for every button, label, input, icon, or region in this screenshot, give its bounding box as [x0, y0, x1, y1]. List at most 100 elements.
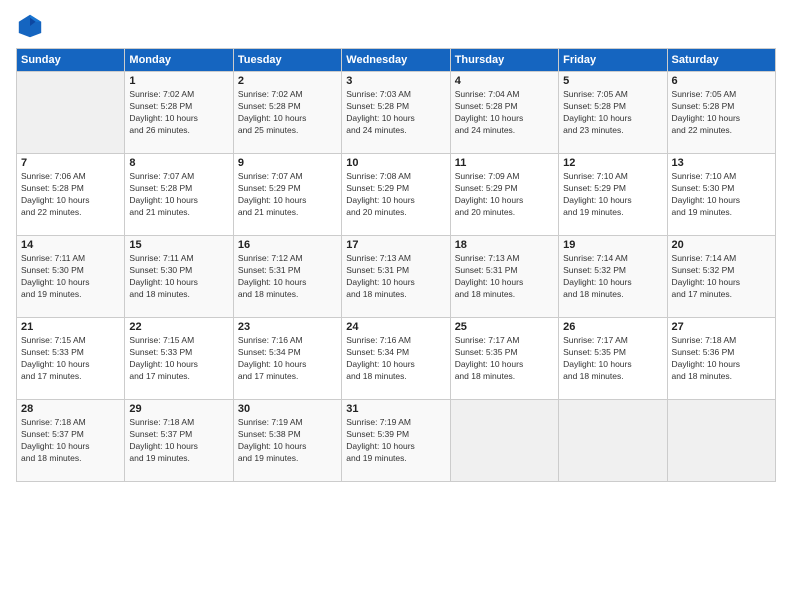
day-info: Sunrise: 7:19 AM Sunset: 5:39 PM Dayligh… [346, 417, 445, 465]
day-info: Sunrise: 7:04 AM Sunset: 5:28 PM Dayligh… [455, 89, 554, 137]
calendar-cell: 28 Sunrise: 7:18 AM Sunset: 5:37 PM Dayli… [17, 400, 125, 482]
day-info: Sunrise: 7:15 AM Sunset: 5:33 PM Dayligh… [129, 335, 228, 383]
day-number: 28 [21, 403, 120, 415]
calendar-cell: 30 Sunrise: 7:19 AM Sunset: 5:38 PM Dayli… [233, 400, 341, 482]
calendar-cell: 14 Sunrise: 7:11 AM Sunset: 5:30 PM Dayli… [17, 236, 125, 318]
header-cell-thursday: Thursday [450, 49, 558, 72]
day-info: Sunrise: 7:02 AM Sunset: 5:28 PM Dayligh… [129, 89, 228, 137]
day-info: Sunrise: 7:15 AM Sunset: 5:33 PM Dayligh… [21, 335, 120, 383]
calendar-cell: 23Sunrise: 7:16 AM Sunset: 5:34 PM Dayli… [233, 318, 341, 400]
calendar-cell: 21 Sunrise: 7:15 AM Sunset: 5:33 PM Dayli… [17, 318, 125, 400]
calendar-cell: 15 Sunrise: 7:11 AM Sunset: 5:30 PM Dayli… [125, 236, 233, 318]
day-number: 11 [455, 157, 554, 169]
day-number: 20 [672, 239, 771, 251]
day-info: Sunrise: 7:11 AM Sunset: 5:30 PM Dayligh… [129, 253, 228, 301]
day-number: 19 [563, 239, 662, 251]
day-info: Sunrise: 7:19 AM Sunset: 5:38 PM Dayligh… [238, 417, 337, 465]
calendar-cell: 5Sunrise: 7:05 AM Sunset: 5:28 PM Daylig… [559, 72, 667, 154]
day-info: Sunrise: 7:07 AM Sunset: 5:29 PM Dayligh… [238, 171, 337, 219]
calendar-cell: 19 Sunrise: 7:14 AM Sunset: 5:32 PM Dayli… [559, 236, 667, 318]
calendar-cell: 11 Sunrise: 7:09 AM Sunset: 5:29 PM Dayli… [450, 154, 558, 236]
header-row: SundayMondayTuesdayWednesdayThursdayFrid… [17, 49, 776, 72]
day-info: Sunrise: 7:10 AM Sunset: 5:30 PM Dayligh… [672, 171, 771, 219]
day-number: 15 [129, 239, 228, 251]
header-cell-wednesday: Wednesday [342, 49, 450, 72]
calendar-cell: 1 Sunrise: 7:02 AM Sunset: 5:28 PM Daylig… [125, 72, 233, 154]
calendar-cell: 9 Sunrise: 7:07 AM Sunset: 5:29 PM Daylig… [233, 154, 341, 236]
calendar-table: SundayMondayTuesdayWednesdayThursdayFrid… [16, 48, 776, 482]
day-info: Sunrise: 7:18 AM Sunset: 5:36 PM Dayligh… [672, 335, 771, 383]
calendar-cell [450, 400, 558, 482]
day-info: Sunrise: 7:08 AM Sunset: 5:29 PM Dayligh… [346, 171, 445, 219]
day-info: Sunrise: 7:17 AM Sunset: 5:35 PM Dayligh… [563, 335, 662, 383]
day-number: 29 [129, 403, 228, 415]
day-number: 31 [346, 403, 445, 415]
week-row-1: 1 Sunrise: 7:02 AM Sunset: 5:28 PM Daylig… [17, 72, 776, 154]
day-number: 16 [238, 239, 337, 251]
day-number: 12 [563, 157, 662, 169]
day-number: 10 [346, 157, 445, 169]
calendar-cell: 3 Sunrise: 7:03 AM Sunset: 5:28 PM Daylig… [342, 72, 450, 154]
day-number: 13 [672, 157, 771, 169]
day-info: Sunrise: 7:05 AM Sunset: 5:28 PM Dayligh… [672, 89, 771, 137]
day-info: Sunrise: 7:07 AM Sunset: 5:28 PM Dayligh… [129, 171, 228, 219]
day-number: 25 [455, 321, 554, 333]
day-number: 17 [346, 239, 445, 251]
calendar-cell: 13 Sunrise: 7:10 AM Sunset: 5:30 PM Dayli… [667, 154, 775, 236]
day-info: Sunrise: 7:05 AM Sunset: 5:28 PM Dayligh… [563, 89, 662, 137]
day-info: Sunrise: 7:14 AM Sunset: 5:32 PM Dayligh… [563, 253, 662, 301]
day-number: 3 [346, 75, 445, 87]
day-info: Sunrise: 7:13 AM Sunset: 5:31 PM Dayligh… [346, 253, 445, 301]
calendar-cell [559, 400, 667, 482]
day-info: Sunrise: 7:18 AM Sunset: 5:37 PM Dayligh… [21, 417, 120, 465]
calendar-cell [667, 400, 775, 482]
week-row-5: 28 Sunrise: 7:18 AM Sunset: 5:37 PM Dayli… [17, 400, 776, 482]
day-info: Sunrise: 7:13 AM Sunset: 5:31 PM Dayligh… [455, 253, 554, 301]
day-number: 26 [563, 321, 662, 333]
calendar-cell: 25 Sunrise: 7:17 AM Sunset: 5:35 PM Dayli… [450, 318, 558, 400]
day-number: 9 [238, 157, 337, 169]
day-number: 7 [21, 157, 120, 169]
calendar-cell: 12 Sunrise: 7:10 AM Sunset: 5:29 PM Dayli… [559, 154, 667, 236]
logo-icon [16, 12, 44, 40]
logo [16, 12, 48, 40]
calendar-cell: 7 Sunrise: 7:06 AM Sunset: 5:28 PM Daylig… [17, 154, 125, 236]
calendar-cell [17, 72, 125, 154]
day-info: Sunrise: 7:11 AM Sunset: 5:30 PM Dayligh… [21, 253, 120, 301]
day-number: 6 [672, 75, 771, 87]
calendar-cell: 4 Sunrise: 7:04 AM Sunset: 5:28 PM Daylig… [450, 72, 558, 154]
header-cell-monday: Monday [125, 49, 233, 72]
day-info: Sunrise: 7:17 AM Sunset: 5:35 PM Dayligh… [455, 335, 554, 383]
day-info: Sunrise: 7:10 AM Sunset: 5:29 PM Dayligh… [563, 171, 662, 219]
day-number: 4 [455, 75, 554, 87]
header-cell-sunday: Sunday [17, 49, 125, 72]
calendar-cell: 26 Sunrise: 7:17 AM Sunset: 5:35 PM Dayli… [559, 318, 667, 400]
header-cell-tuesday: Tuesday [233, 49, 341, 72]
day-info: Sunrise: 7:14 AM Sunset: 5:32 PM Dayligh… [672, 253, 771, 301]
day-number: 14 [21, 239, 120, 251]
day-number: 21 [21, 321, 120, 333]
day-info: Sunrise: 7:09 AM Sunset: 5:29 PM Dayligh… [455, 171, 554, 219]
day-number: 23 [238, 321, 337, 333]
calendar-cell: 31 Sunrise: 7:19 AM Sunset: 5:39 PM Dayli… [342, 400, 450, 482]
calendar-cell: 24Sunrise: 7:16 AM Sunset: 5:34 PM Dayli… [342, 318, 450, 400]
header-cell-saturday: Saturday [667, 49, 775, 72]
calendar-cell: 29Sunrise: 7:18 AM Sunset: 5:37 PM Dayli… [125, 400, 233, 482]
calendar-cell: 17 Sunrise: 7:13 AM Sunset: 5:31 PM Dayli… [342, 236, 450, 318]
day-number: 22 [129, 321, 228, 333]
day-number: 30 [238, 403, 337, 415]
day-info: Sunrise: 7:03 AM Sunset: 5:28 PM Dayligh… [346, 89, 445, 137]
main-container: SundayMondayTuesdayWednesdayThursdayFrid… [0, 0, 792, 612]
week-row-2: 7 Sunrise: 7:06 AM Sunset: 5:28 PM Daylig… [17, 154, 776, 236]
day-info: Sunrise: 7:06 AM Sunset: 5:28 PM Dayligh… [21, 171, 120, 219]
day-info: Sunrise: 7:12 AM Sunset: 5:31 PM Dayligh… [238, 253, 337, 301]
header [16, 12, 776, 40]
week-row-3: 14 Sunrise: 7:11 AM Sunset: 5:30 PM Dayli… [17, 236, 776, 318]
calendar-cell: 2Sunrise: 7:02 AM Sunset: 5:28 PM Daylig… [233, 72, 341, 154]
calendar-cell: 6 Sunrise: 7:05 AM Sunset: 5:28 PM Daylig… [667, 72, 775, 154]
calendar-cell: 10 Sunrise: 7:08 AM Sunset: 5:29 PM Dayli… [342, 154, 450, 236]
calendar-cell: 8Sunrise: 7:07 AM Sunset: 5:28 PM Daylig… [125, 154, 233, 236]
day-number: 18 [455, 239, 554, 251]
week-row-4: 21 Sunrise: 7:15 AM Sunset: 5:33 PM Dayli… [17, 318, 776, 400]
day-number: 1 [129, 75, 228, 87]
